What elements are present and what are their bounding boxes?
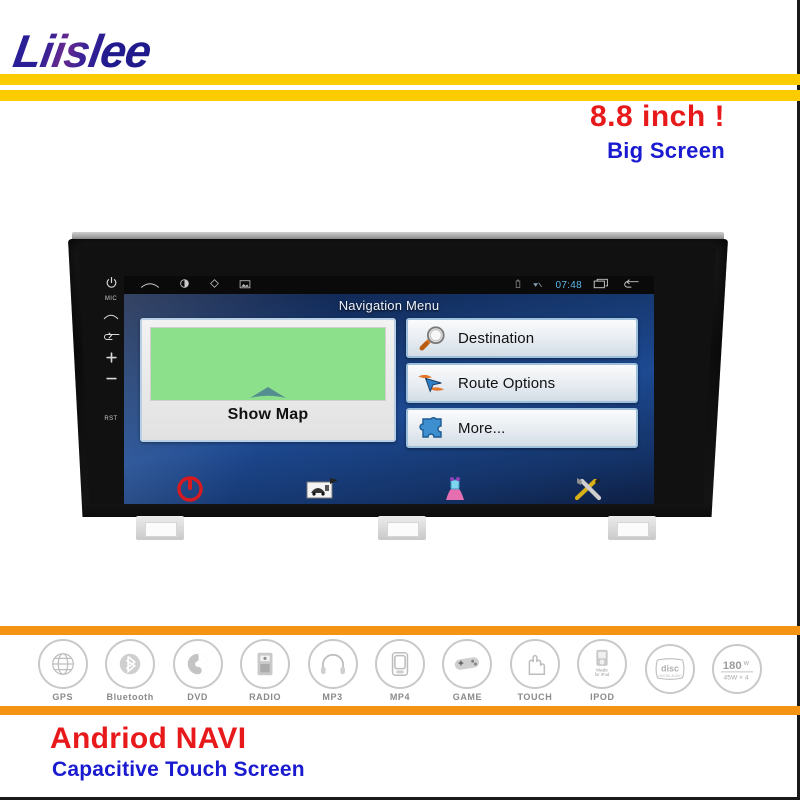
gallery-icon[interactable]	[239, 276, 251, 294]
wifi-icon	[532, 276, 544, 294]
footer-title: Andriod NAVI	[50, 722, 247, 755]
feature-compact-disc: disc DIGITAL AUDIO	[637, 644, 702, 697]
feature-label: GAME	[452, 692, 483, 702]
made-for-ipod-icon: Made for iPod	[577, 639, 628, 689]
bezel-mic-label: MIC	[104, 295, 118, 302]
device-front-face: MIC RST 07:48 Navigation Menu Show Map D…	[78, 246, 716, 504]
feature-bluetooth: Bluetooth	[97, 639, 162, 702]
magnifier-icon	[408, 325, 458, 351]
status-bar-right-icons: 07:48	[515, 276, 654, 294]
media-player-icon	[374, 639, 425, 689]
dvd-disc-icon	[172, 639, 223, 689]
status-bar-clock: 07:48	[555, 279, 582, 291]
tools-icon[interactable]	[522, 476, 655, 502]
headline-block: 8.8 inch ! Big Screen	[590, 100, 725, 164]
feature-mp4: MP4	[367, 639, 432, 702]
svg-text:45W × 4: 45W × 4	[724, 674, 749, 681]
feature-label: DVD	[187, 692, 209, 702]
battery-icon	[515, 276, 521, 294]
diamond-icon[interactable]	[209, 276, 220, 294]
mounting-tab-center	[378, 516, 426, 540]
gps-figure-icon[interactable]	[389, 476, 522, 502]
svg-text:for iPod: for iPod	[595, 672, 610, 677]
route-options-button[interactable]: Route Options	[406, 363, 638, 403]
headphones-icon	[307, 639, 358, 689]
header-stripe-upper	[0, 74, 800, 85]
map-preview	[150, 327, 386, 401]
feature-label: GPS	[52, 692, 74, 702]
globe-icon	[37, 639, 88, 689]
speed-camera-icon[interactable]	[257, 477, 390, 501]
brand-logo: Liislee	[9, 25, 155, 77]
route-options-label: Route Options	[458, 374, 556, 392]
show-map-button[interactable]: Show Map	[140, 318, 396, 442]
brightness-icon[interactable]	[179, 276, 190, 294]
power-180w-icon: 180 W 45W × 4	[712, 644, 763, 694]
bezel-reset-button[interactable]: RST	[104, 409, 117, 429]
svg-text:disc: disc	[661, 664, 679, 674]
feature-label: RADIO	[249, 692, 282, 702]
bezel-volume-up-button[interactable]	[104, 347, 119, 367]
radio-icon	[240, 639, 291, 689]
navigation-menu-buttons: Destination Route Options More...	[406, 318, 638, 453]
vehicle-marker-icon	[246, 386, 290, 400]
navigation-taskbar	[124, 472, 655, 504]
big-screen-subheadline: Big Screen	[607, 138, 725, 163]
feature-power-rating: 180 W 45W × 4	[705, 644, 770, 697]
bezel-volume-down-button[interactable]	[104, 368, 119, 388]
bezel-back-button[interactable]	[103, 326, 120, 346]
feature-mp3: MP3	[300, 639, 365, 702]
home-icon[interactable]	[140, 276, 160, 294]
mounting-tab-left	[136, 516, 184, 540]
lcd-screen[interactable]: 07:48 Navigation Menu Show Map Destinati…	[124, 276, 655, 504]
feature-touch: TOUCH	[502, 639, 567, 702]
features-band-top	[0, 626, 800, 635]
mounting-tab-right	[608, 516, 656, 540]
feature-dvd: DVD	[165, 639, 230, 702]
footer-subtitle: Capacitive Touch Screen	[52, 758, 305, 781]
destination-label: Destination	[458, 329, 535, 347]
feature-ipod: Made for iPod IPOD	[570, 639, 635, 702]
features-band-bottom	[0, 706, 800, 715]
gamepad-icon	[442, 639, 493, 689]
compact-disc-digital-audio-icon: disc DIGITAL AUDIO	[644, 644, 695, 694]
navigation-menu-screen: Navigation Menu Show Map Destination Rou…	[124, 294, 655, 504]
more-button[interactable]: More...	[406, 408, 638, 448]
power-icon[interactable]	[124, 476, 257, 502]
status-bar-left-icons	[124, 276, 251, 294]
more-label: More...	[458, 419, 506, 437]
bezel-button-column: MIC RST	[94, 272, 128, 504]
screen-size-headline: 8.8 inch !	[589, 100, 725, 133]
navigation-menu-title: Navigation Menu	[338, 298, 440, 313]
route-arrow-icon	[408, 370, 458, 396]
feature-label: TOUCH	[517, 692, 553, 702]
car-head-unit: MIC RST 07:48 Navigation Menu Show Map D…	[68, 232, 734, 540]
svg-text:W: W	[744, 661, 750, 667]
feature-game: GAME	[435, 639, 500, 702]
feature-gps: GPS	[30, 639, 95, 702]
feature-radio: RADIO	[232, 639, 297, 702]
feature-label: Bluetooth	[106, 692, 154, 702]
back-icon[interactable]	[622, 276, 640, 294]
android-status-bar: 07:48	[124, 276, 654, 294]
feature-icon-row: GPS Bluetooth DVD RADIO MP3 MP4 GAME TOU…	[0, 635, 800, 706]
feature-label: IPOD	[590, 692, 615, 702]
bezel-power-button[interactable]	[105, 272, 118, 292]
svg-text:180: 180	[723, 660, 742, 672]
product-banner: Liislee 8.8 inch ! Big Screen MIC RST 07…	[0, 0, 800, 800]
recents-icon[interactable]	[593, 276, 611, 294]
hand-touch-icon	[509, 639, 560, 689]
feature-label: MP4	[389, 692, 411, 702]
bezel-home-button[interactable]	[103, 305, 119, 325]
svg-text:DIGITAL AUDIO: DIGITAL AUDIO	[658, 674, 682, 678]
destination-button[interactable]: Destination	[406, 318, 638, 358]
puzzle-piece-icon	[408, 415, 458, 441]
show-map-label: Show Map	[227, 406, 309, 423]
feature-label: MP3	[322, 692, 343, 702]
bluetooth-icon	[105, 639, 156, 689]
